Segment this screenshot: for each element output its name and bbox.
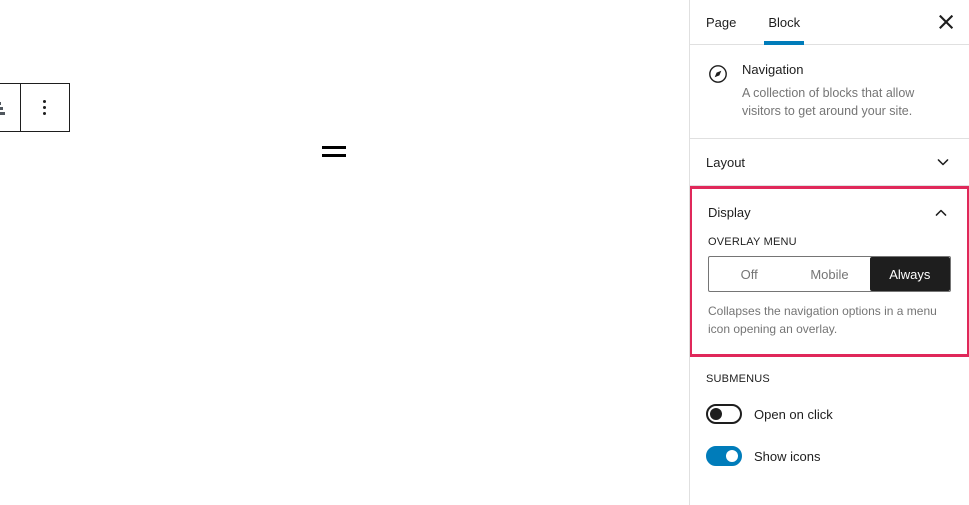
submenus-label: SUBMENUS xyxy=(706,373,770,386)
navigation-overlay-menu-icon[interactable] xyxy=(322,146,346,164)
chevron-up-icon xyxy=(935,209,947,216)
sidebar-tab-bar: Page Block xyxy=(690,0,969,45)
toggle-row-open-on-click[interactable]: Open on click xyxy=(706,393,953,435)
align-text-button[interactable] xyxy=(0,84,21,131)
toggle-row-show-icons[interactable]: Show icons xyxy=(706,435,953,477)
switch-knob xyxy=(710,408,722,421)
block-card: Navigation A collection of blocks that a… xyxy=(690,45,969,140)
navigation-compass-icon xyxy=(706,62,730,86)
switch-knob xyxy=(726,450,738,463)
block-toolbar xyxy=(0,83,70,132)
close-button[interactable] xyxy=(927,4,963,40)
show-icons-label: Show icons xyxy=(754,448,821,464)
submenus-section: SUBMENUS Open on click Show icons xyxy=(690,357,969,477)
open-on-click-switch[interactable] xyxy=(706,404,742,425)
overlay-menu-help-text: Collapses the navigation options in a me… xyxy=(708,304,937,337)
close-icon xyxy=(938,14,953,29)
block-card-description: A collection of blocks that allow visito… xyxy=(742,86,915,119)
editor-canvas xyxy=(0,0,689,505)
overlay-menu-label: OVERLAY MENU xyxy=(708,236,797,249)
panel-header-layout[interactable]: Layout xyxy=(690,139,969,187)
open-on-click-label: Open on click xyxy=(754,406,833,422)
panel-label-display: Display xyxy=(708,205,751,221)
settings-sidebar: Page Block Navigation A collection of bl… xyxy=(689,0,969,505)
panel-display-highlighted: Display OVERLAY MENU Off Mobile Always C… xyxy=(690,186,969,358)
overlay-option-off[interactable]: Off xyxy=(709,257,789,291)
show-icons-switch[interactable] xyxy=(706,446,742,467)
tab-block[interactable]: Block xyxy=(752,0,816,45)
overlay-option-mobile[interactable]: Mobile xyxy=(789,257,869,291)
tab-page[interactable]: Page xyxy=(690,0,752,44)
panel-label-layout: Layout xyxy=(706,154,746,170)
panel-header-display[interactable]: Display xyxy=(692,189,967,236)
chevron-down-icon xyxy=(937,159,949,166)
vertical-dots-icon xyxy=(43,99,47,117)
more-options-button[interactable] xyxy=(21,84,69,131)
editor-window: Page Block Navigation A collection of bl… xyxy=(0,0,969,505)
display-panel-content: OVERLAY MENU Off Mobile Always Collapses… xyxy=(692,236,967,354)
overlay-menu-toggle-group: Off Mobile Always xyxy=(708,256,951,293)
sidebar-content: Navigation A collection of blocks that a… xyxy=(690,45,969,505)
align-text-icon xyxy=(0,100,8,116)
block-card-title: Navigation xyxy=(742,62,804,77)
overlay-option-always[interactable]: Always xyxy=(869,257,950,292)
